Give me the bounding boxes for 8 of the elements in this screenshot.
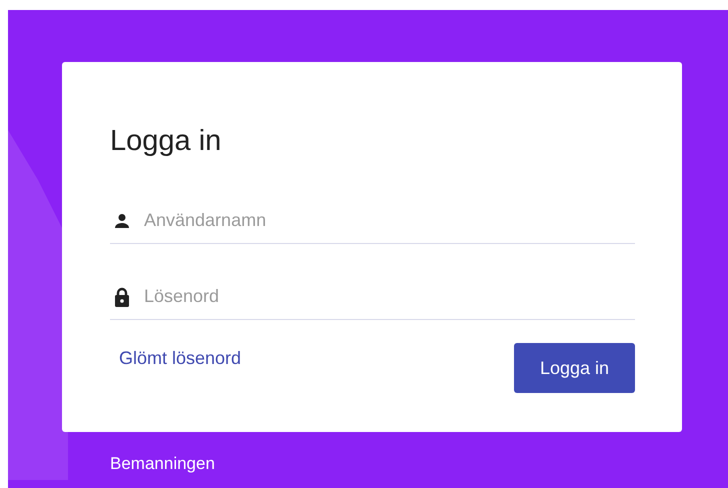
login-title: Logga in (110, 124, 222, 158)
footer-text: Bemanningen (110, 454, 215, 474)
login-button[interactable]: Logga in (514, 343, 635, 393)
lock-icon (114, 286, 130, 306)
forgot-password-link[interactable]: Glömt lösenord (119, 348, 242, 369)
username-field[interactable]: Användarnamn (144, 210, 635, 231)
user-icon (114, 212, 130, 228)
password-field[interactable]: Lösenord (144, 286, 635, 307)
